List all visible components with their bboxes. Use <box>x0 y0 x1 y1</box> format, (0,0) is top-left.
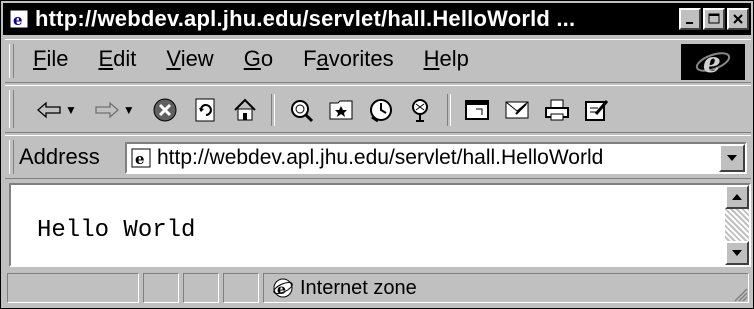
forward-dropdown-icon[interactable]: ▼ <box>123 103 135 117</box>
maximize-button[interactable] <box>703 8 725 30</box>
resize-grip-icon[interactable] <box>732 286 748 302</box>
status-zone-panel: e Internet zone <box>263 273 749 303</box>
browser-window: e http://webdev.apl.jhu.edu/servlet/hall… <box>0 0 754 309</box>
address-dropdown-button[interactable] <box>719 144 745 172</box>
home-icon[interactable] <box>229 94 261 126</box>
stop-icon[interactable] <box>149 94 181 126</box>
svg-text:e: e <box>135 150 145 168</box>
address-grip[interactable] <box>9 140 14 174</box>
menu-favorites[interactable]: Favorites <box>303 46 394 72</box>
menu-help[interactable]: Help <box>424 46 469 72</box>
toolbar-grip[interactable] <box>9 90 14 128</box>
menu-bar: File Edit View Go Favorites Help e <box>5 39 751 83</box>
ie-logo-icon: e <box>681 44 745 80</box>
menu-file[interactable]: File <box>33 46 68 72</box>
standard-toolbar: ▼ ▼ <box>5 85 751 133</box>
fullscreen-icon[interactable] <box>461 94 493 126</box>
status-bar: e Internet zone <box>5 269 751 307</box>
toolbar-separator <box>446 94 451 126</box>
status-panel <box>183 273 219 303</box>
page-content: Hello World <box>9 183 751 267</box>
favorites-icon[interactable] <box>325 94 357 126</box>
edit-icon[interactable] <box>581 94 613 126</box>
window-title: http://webdev.apl.jhu.edu/servlet/hall.H… <box>35 6 576 31</box>
toolbar-separator <box>270 94 275 126</box>
zone-label: Internet zone <box>300 276 417 299</box>
address-label: Address <box>19 144 100 169</box>
status-panel <box>143 273 179 303</box>
svg-text:e: e <box>13 11 23 29</box>
scroll-down-button[interactable] <box>725 241 749 265</box>
scroll-track[interactable] <box>725 209 749 241</box>
title-bar[interactable]: e http://webdev.apl.jhu.edu/servlet/hall… <box>3 3 751 35</box>
refresh-icon[interactable] <box>189 94 221 126</box>
history-icon[interactable] <box>365 94 397 126</box>
vertical-scrollbar[interactable] <box>725 185 749 265</box>
forward-icon[interactable] <box>91 94 123 126</box>
print-icon[interactable] <box>541 94 573 126</box>
svg-text:e: e <box>277 282 286 298</box>
ie-page-icon: e <box>131 148 151 168</box>
scroll-up-button[interactable] <box>725 185 749 209</box>
close-button[interactable] <box>727 8 749 30</box>
ie-page-icon: e <box>9 9 29 29</box>
status-panel-main <box>7 273 139 303</box>
svg-text:e: e <box>703 46 721 79</box>
address-field[interactable]: e http://webdev.apl.jhu.edu/servlet/hall… <box>125 142 747 174</box>
menu-grip[interactable] <box>9 44 14 78</box>
mail-icon[interactable] <box>501 94 533 126</box>
address-url[interactable]: http://webdev.apl.jhu.edu/servlet/hall.H… <box>157 146 719 170</box>
back-dropdown-icon[interactable]: ▼ <box>65 103 77 117</box>
back-icon[interactable] <box>33 94 65 126</box>
menu-edit[interactable]: Edit <box>98 46 136 72</box>
internet-zone-icon: e <box>272 277 294 299</box>
address-bar: Address e http://webdev.apl.jhu.edu/serv… <box>5 135 751 179</box>
menu-go[interactable]: Go <box>244 46 273 72</box>
page-text: Hello World <box>37 217 196 244</box>
menu-view[interactable]: View <box>166 46 213 72</box>
search-icon[interactable] <box>285 94 317 126</box>
minimize-button[interactable] <box>679 8 701 30</box>
channels-icon[interactable] <box>405 94 437 126</box>
status-panel <box>223 273 259 303</box>
